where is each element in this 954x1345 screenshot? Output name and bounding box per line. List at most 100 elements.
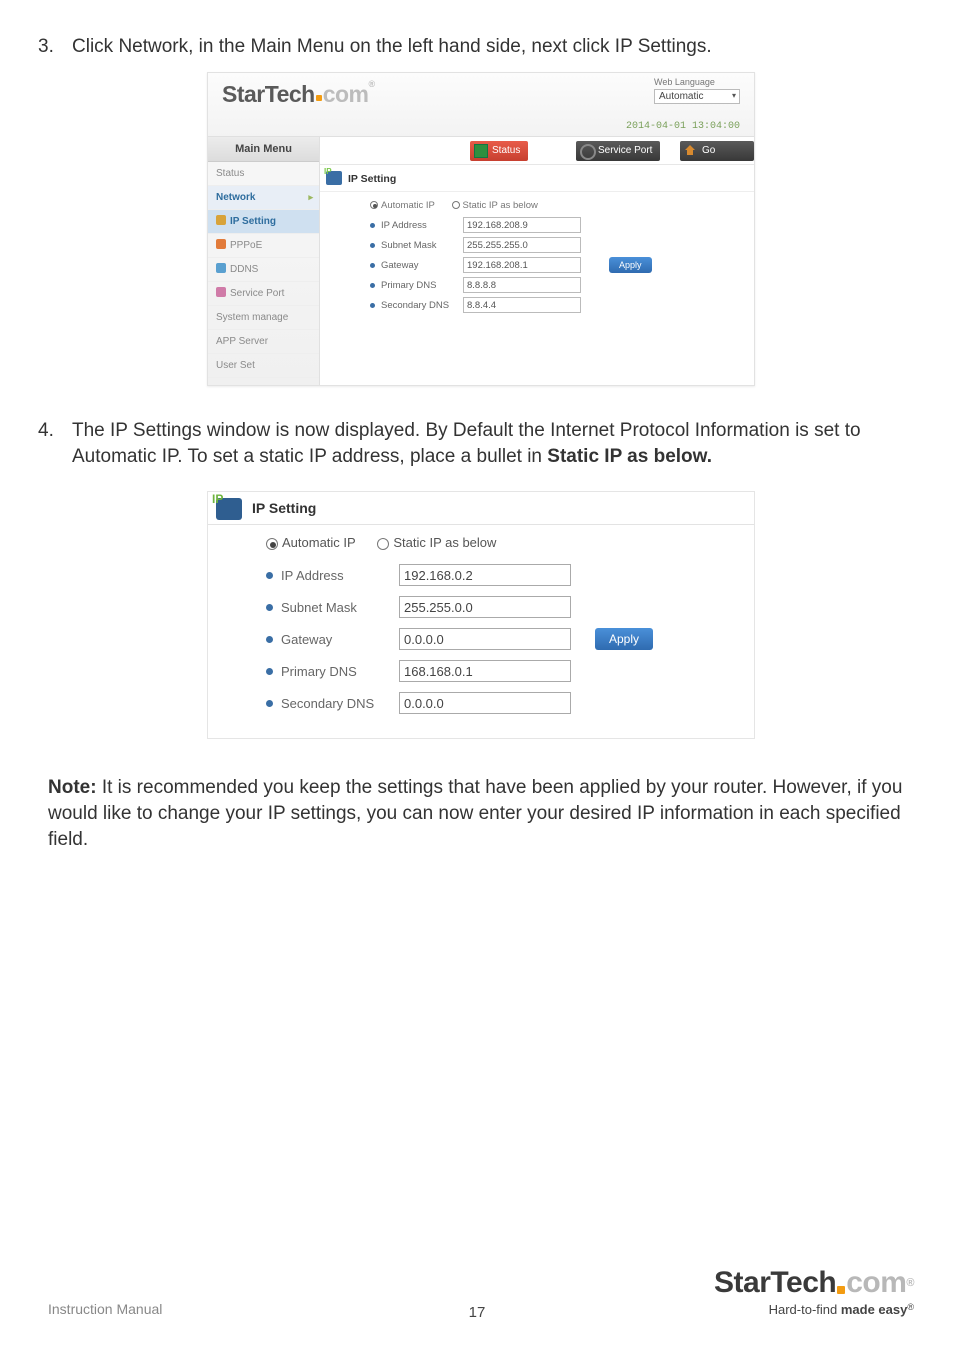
primary-dns-input[interactable] [463,277,581,293]
subnet-mask-label: Subnet Mask [381,240,463,251]
ip-setting-icon [326,171,342,185]
ip-setting-form-1: Automatic IP Static IP as below IP Addre… [320,192,754,327]
bullet-icon [266,636,273,643]
ip-setting-title-2: IP Setting [252,500,316,516]
footer-tagline: Hard-to-find made easy® [714,1302,914,1317]
sidebar-item-ip-setting[interactable]: IP Setting [208,210,319,234]
note-body: It is recommended you keep the settings … [48,777,902,849]
radio-static-label-2: Static IP as below [393,535,496,550]
ip-setting-panel-header-2: IP Setting [208,492,754,525]
radio-static-label: Static IP as below [463,200,538,211]
secondary-dns-input[interactable] [463,297,581,313]
radio-automatic-ip[interactable]: Automatic IP [370,200,435,211]
sidebar-item-ddns[interactable]: DDNS [208,258,319,282]
tagline-b: made easy [841,1302,908,1317]
subnet-mask-input[interactable] [463,237,581,253]
apply-button[interactable]: Apply [609,257,652,273]
web-language-select[interactable]: Automatic [654,89,740,104]
logo-dot-icon [316,95,322,101]
radio-dot-icon [452,201,460,209]
bullet-icon [370,263,375,268]
row-ip-address: IP Address [370,217,746,233]
logo-registered: ® [369,79,375,89]
logo-dot-icon [837,1286,845,1294]
logo-part1: StarTech [222,81,315,108]
row-primary-dns-2: Primary DNS [266,660,740,682]
row-subnet-mask: Subnet Mask [370,237,746,253]
step-3-number: 3. [38,36,72,58]
service-port-button[interactable]: Service Port [576,141,660,161]
page-number: 17 [469,1304,486,1321]
ip-address-label: IP Address [381,220,463,231]
sidebar-item-app-server[interactable]: APP Server [208,330,319,354]
sidebar-item-service-port[interactable]: Service Port [208,282,319,306]
secondary-dns-input-2[interactable] [399,692,571,714]
radio-automatic-ip-2[interactable]: Automatic IP [266,535,356,550]
ip-setting-title: IP Setting [348,173,396,185]
radio-static-ip-2[interactable]: Static IP as below [377,535,496,550]
screenshot-2: IP Setting Automatic IP Static IP as bel… [207,491,755,739]
sidebar-item-status[interactable]: Status [208,162,319,186]
secondary-dns-label: Secondary DNS [381,300,463,311]
content-area: Status Service Port Go Home IP Setting A… [320,137,754,385]
ip-setting-form-2: Automatic IP Static IP as below IP Addre… [208,525,754,738]
go-home-button[interactable]: Go Home [680,141,754,161]
instruction-manual-label: Instruction Manual [48,1301,162,1317]
logo-part2: com [323,81,369,108]
subnet-mask-label-2: Subnet Mask [281,600,399,615]
footer-startech-logo: StarTechcom® [714,1266,914,1300]
primary-dns-input-2[interactable] [399,660,571,682]
sidebar-item-network[interactable]: Network [208,186,319,210]
ip-address-input-2[interactable] [399,564,571,586]
status-button[interactable]: Status [470,141,528,161]
screenshot-1-body: Main Menu Status Network IP Setting PPPo… [208,137,754,385]
bullet-icon [370,243,375,248]
row-gateway-2: Gateway Apply [266,628,740,650]
row-subnet-mask-2: Subnet Mask [266,596,740,618]
row-secondary-dns: Secondary DNS [370,297,746,313]
step-4-text-a: The IP Settings window is now displayed.… [72,420,861,467]
screenshot-1: StarTech com® Web Language Automatic 2014… [207,72,755,386]
gateway-label-2: Gateway [281,632,399,647]
radio-static-ip[interactable]: Static IP as below [452,200,538,211]
timestamp: 2014-04-01 13:04:00 [626,121,740,132]
radio-automatic-label-2: Automatic IP [282,535,356,550]
ip-address-input[interactable] [463,217,581,233]
step-3-text: Click Network, in the Main Menu on the l… [72,36,712,57]
row-gateway: Gateway Apply [370,257,746,273]
sidebar-item-pppoe[interactable]: PPPoE [208,234,319,258]
radio-dot-icon [377,538,389,550]
footer-logo-block: StarTechcom® Hard-to-find made easy® [714,1266,914,1317]
web-language-label: Web Language [654,77,715,87]
footer-logo-registered: ® [906,1277,914,1289]
note-block: Note: It is recommended you keep the set… [48,775,914,852]
main-menu-title: Main Menu [208,137,319,162]
row-primary-dns: Primary DNS [370,277,746,293]
step-4-text-bold: Static IP as below. [547,446,712,467]
row-ip-address-2: IP Address [266,564,740,586]
bullet-icon [370,223,375,228]
bullet-icon [266,572,273,579]
bullet-icon [266,700,273,707]
row-secondary-dns-2: Secondary DNS [266,692,740,714]
radio-dot-icon [370,201,378,209]
secondary-dns-label-2: Secondary DNS [281,696,399,711]
gateway-input-2[interactable] [399,628,571,650]
gateway-input[interactable] [463,257,581,273]
apply-button-2[interactable]: Apply [595,628,653,650]
ip-mode-radio-row: Automatic IP Static IP as below [370,200,746,211]
primary-dns-label-2: Primary DNS [281,664,399,679]
sidebar-item-user-set[interactable]: User Set [208,354,319,378]
gateway-label: Gateway [381,260,463,271]
subnet-mask-input-2[interactable] [399,596,571,618]
primary-dns-label: Primary DNS [381,280,463,291]
ip-mode-radio-row-2: Automatic IP Static IP as below [266,535,740,550]
radio-dot-icon [266,538,278,550]
step-4-instruction: 4. The IP Settings window is now display… [38,418,914,469]
sidebar-item-system-manage[interactable]: System manage [208,306,319,330]
note-lead: Note: [48,777,97,798]
startech-logo: StarTech com® [222,81,375,108]
ip-setting-panel-header: IP Setting [320,165,754,192]
bullet-icon [370,283,375,288]
footer-logo-part1: StarTech [714,1266,836,1299]
